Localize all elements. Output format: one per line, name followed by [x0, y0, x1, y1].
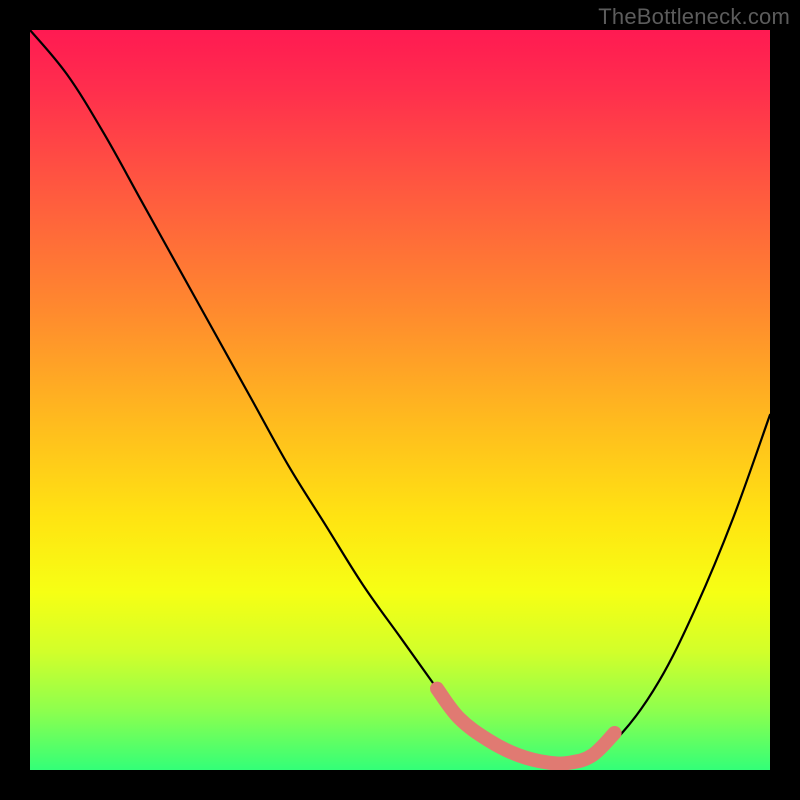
- chart-frame: TheBottleneck.com: [0, 0, 800, 800]
- plot-area: [30, 30, 770, 770]
- highlight-band-line: [437, 689, 615, 764]
- chart-svg: [30, 30, 770, 770]
- main-curve-line: [30, 30, 770, 764]
- watermark-text: TheBottleneck.com: [598, 4, 790, 30]
